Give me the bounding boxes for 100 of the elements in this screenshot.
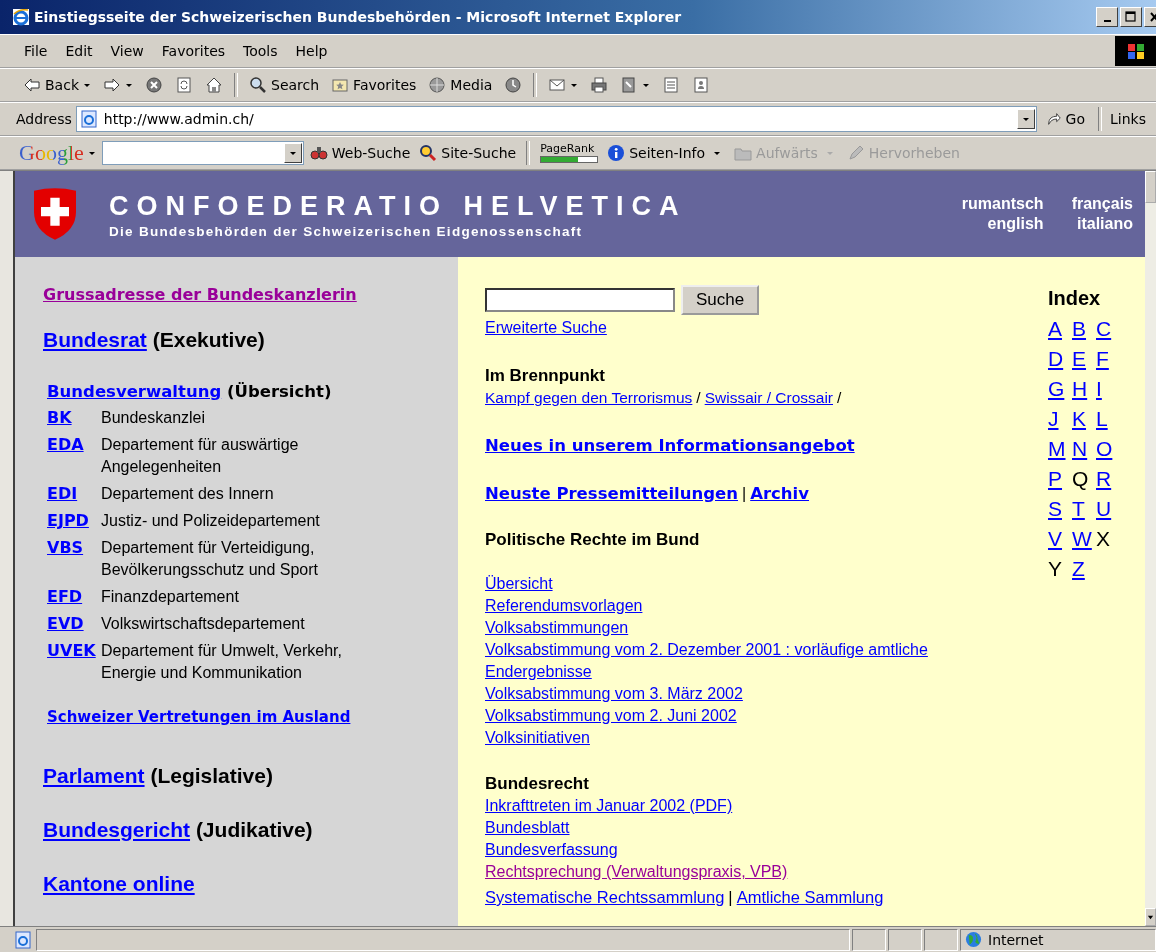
press-link[interactable]: Archiv (750, 483, 810, 505)
separator: | (728, 887, 733, 908)
politics-link[interactable]: Volksabstimmung vom 3. März 2002 (485, 683, 743, 705)
search-button[interactable]: Suche (681, 285, 759, 315)
index-letter-link[interactable]: D (1048, 346, 1072, 371)
index-letter-link[interactable]: G (1048, 376, 1072, 401)
index-letter-link[interactable]: O (1096, 436, 1120, 461)
search-input[interactable] (485, 288, 675, 312)
cantons-link[interactable]: Kantone online (43, 872, 195, 895)
index-letter-link[interactable]: B (1072, 316, 1096, 341)
search-field[interactable] (101, 141, 304, 165)
index-letter-link[interactable]: T (1072, 496, 1096, 521)
index-letter-link[interactable]: E (1072, 346, 1096, 371)
politics-link[interactable]: Referendumsvorlagen (485, 595, 643, 617)
media-button[interactable]: Media (423, 74, 498, 96)
politics-link[interactable]: Volksabstimmung vom 2. Juni 2002 (485, 705, 737, 727)
branch-link[interactable]: Parlament (43, 764, 145, 787)
scroll-down-button[interactable] (1145, 908, 1156, 926)
index-letter-link[interactable]: H (1072, 376, 1096, 401)
site-button[interactable]: Site-Suche (416, 142, 520, 164)
links-label[interactable]: Links (1110, 111, 1156, 127)
index-letter-link[interactable]: N (1072, 436, 1096, 461)
forward-arrow-icon (103, 76, 121, 94)
topic-link[interactable]: Kampf gegen den Terrorismus (485, 387, 693, 409)
index-letter-link[interactable]: Z (1072, 556, 1096, 581)
favorites-button[interactable]: Favorites (326, 74, 422, 96)
go-button[interactable]: Go (1040, 109, 1091, 129)
law-link[interactable]: Rechtsprechung (Verwaltungspraxis, VPB) (485, 861, 788, 883)
department-link[interactable]: EDA (47, 434, 101, 478)
language-link[interactable]: rumantsch (961, 195, 1044, 213)
dropdown-button[interactable] (283, 143, 302, 163)
department-link[interactable]: UVEK (47, 640, 101, 684)
index-letter-link[interactable]: S (1048, 496, 1072, 521)
index-letter-link[interactable]: K (1072, 406, 1096, 431)
collection-link[interactable]: Amtliche Sammlung (736, 886, 884, 908)
embassies-link[interactable]: Schweizer Vertretungen im Ausland (47, 708, 351, 726)
minimize-button[interactable] (1096, 7, 1118, 27)
index-letter-link[interactable]: W (1072, 526, 1096, 551)
politics-link[interactable]: Volksinitiativen (485, 727, 590, 749)
index-letter-link[interactable]: A (1048, 316, 1072, 341)
clock-icon (504, 76, 523, 94)
index-letter-link[interactable]: R (1096, 466, 1120, 491)
department-link[interactable]: BK (47, 407, 101, 429)
dropdown-button[interactable] (1016, 109, 1035, 129)
menu-item[interactable]: File (18, 41, 54, 61)
law-link[interactable]: Bundesblatt (485, 817, 570, 839)
search-button[interactable]: Search (244, 74, 325, 96)
politics-link[interactable]: Volksabstimmung vom 2. Dezember 2001 : vorläufige amtliche Endergebnisse (485, 639, 1005, 683)
topic-link[interactable]: Swissair / Crossair (704, 387, 833, 409)
pen-icon (846, 144, 865, 162)
separator: | (742, 484, 747, 504)
menu-item[interactable]: Help (289, 41, 334, 61)
language-link[interactable]: english (987, 215, 1044, 233)
administration-link[interactable]: Bundesverwaltung (47, 382, 222, 401)
web-button[interactable]: Web-Suche (306, 142, 414, 164)
menu-item[interactable]: Tools (237, 41, 284, 61)
index-letter-link[interactable]: J (1048, 406, 1072, 431)
maximize-icon (1124, 11, 1138, 23)
department-name: Volkswirtschaftsdepartement (101, 614, 306, 634)
press-link[interactable]: Neuste Pressemitteilungen (485, 483, 738, 505)
maximize-button[interactable] (1120, 7, 1142, 27)
department-link[interactable]: VBS (47, 537, 101, 581)
language-link[interactable]: italiano (1077, 215, 1133, 233)
department-link[interactable]: EJPD (47, 510, 101, 532)
department-link[interactable]: EVD (47, 613, 101, 635)
scrollbar-thumb[interactable] (1145, 171, 1156, 203)
index-letter-link[interactable]: L (1096, 406, 1120, 431)
executive-link[interactable]: Bundesrat (43, 328, 147, 351)
department-link[interactable]: EFD (47, 586, 101, 608)
department-name: Bundeskanzlei (101, 408, 207, 428)
index-letter-link[interactable]: C (1096, 316, 1120, 341)
index-letter-link[interactable]: U (1096, 496, 1120, 521)
language-link[interactable]: français (1071, 195, 1133, 213)
back-button[interactable]: Back (18, 74, 96, 96)
index-letter-link[interactable]: P (1048, 466, 1072, 491)
law-link[interactable]: Bundesverfassung (485, 839, 618, 861)
index-letter-link[interactable]: F (1096, 346, 1120, 371)
menu-item[interactable]: View (104, 41, 150, 61)
news-link[interactable]: Neues in unserem Informationsangebot (485, 435, 855, 457)
index-letter: X (1096, 526, 1111, 551)
index-letter-link[interactable]: M (1048, 436, 1072, 461)
department-link[interactable]: EDI (47, 483, 101, 505)
politics-link[interactable]: Volksabstimmungen (485, 617, 629, 639)
address-field[interactable]: http://www.admin.ch/ (75, 106, 1037, 132)
scrollbar[interactable] (1145, 171, 1156, 926)
menu-item[interactable]: Favorites (155, 41, 232, 61)
law-link[interactable]: Inkrafttreten im Januar 2002 (PDF) (485, 795, 733, 817)
collection-link[interactable]: Systematische Rechtssammlung (485, 886, 725, 908)
department-name: Departement für Umwelt, Verkehr, Energie und Kommunikation (101, 641, 343, 683)
info-button[interactable]: Seiten-Info (604, 142, 729, 164)
menu-item[interactable]: Edit (59, 41, 99, 61)
index-letter-link[interactable]: I (1096, 376, 1120, 401)
politics-link[interactable]: Übersicht (485, 573, 553, 595)
branch-link[interactable]: Bundesgericht (43, 818, 191, 841)
advanced-search-link[interactable]: Erweiterte Suche (485, 317, 607, 339)
index-letter-link[interactable]: V (1048, 526, 1072, 551)
greeting-link[interactable]: Grussadresse der Bundeskanzlerin (43, 285, 357, 304)
status-pane (852, 928, 886, 951)
department-name: Departement des Innern (101, 484, 275, 504)
browser-logo-icon (12, 8, 30, 26)
